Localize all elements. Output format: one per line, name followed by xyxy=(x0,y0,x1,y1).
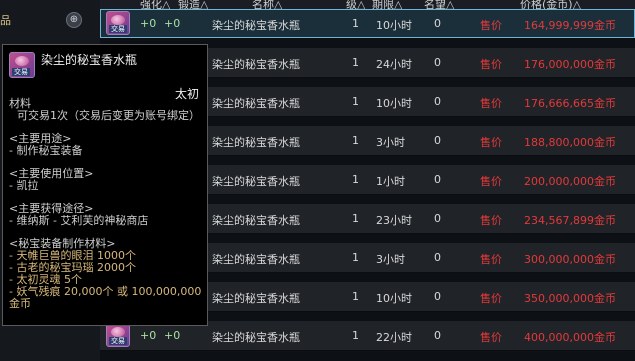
header-fame[interactable]: 名望△ xyxy=(424,0,454,9)
cell-price-label: 售价 xyxy=(480,136,502,149)
cell-period: 3小时 xyxy=(376,253,405,266)
cell-price-label: 售价 xyxy=(480,331,502,344)
cell-name: 染尘的秘宝香水瓶 xyxy=(212,214,300,227)
cell-name: 染尘的秘宝香水瓶 xyxy=(212,292,300,305)
trade-tag: 交易 xyxy=(109,25,127,33)
tooltip-main-use: - 制作秘宝装备 xyxy=(9,144,83,157)
cell-level: 1 xyxy=(352,56,359,69)
cell-price-label: 售价 xyxy=(480,97,502,110)
cell-fame: 0 xyxy=(434,173,441,186)
cell-price-label: 售价 xyxy=(480,214,502,227)
cell-period: 10小时 xyxy=(376,292,412,305)
cell-forge: +0 xyxy=(164,17,181,30)
cell-period: 22小时 xyxy=(376,331,412,344)
trade-tag: 交易 xyxy=(109,337,127,345)
cell-enhance: +0 xyxy=(140,329,157,342)
cell-level: 1 xyxy=(352,95,359,108)
cell-period: 10小时 xyxy=(376,19,412,32)
cell-name: 染尘的秘宝香水瓶 xyxy=(212,19,300,32)
cell-price: 176,000,000金币 xyxy=(524,58,616,71)
cell-fame: 0 xyxy=(434,17,441,30)
cell-level: 1 xyxy=(352,17,359,30)
magnifier-icon[interactable]: ⊕ xyxy=(66,12,82,28)
cell-period: 23小时 xyxy=(376,214,412,227)
cell-price: 164,999,999金币 xyxy=(524,19,616,32)
cell-name: 染尘的秘宝香水瓶 xyxy=(212,331,300,344)
cell-name: 染尘的秘宝香水瓶 xyxy=(212,58,300,71)
tooltip-material-4: - 妖气残痕 20,000个 或 100,000,000 xyxy=(9,285,202,298)
cell-fame: 0 xyxy=(434,290,441,303)
header-level[interactable]: 级△ xyxy=(346,0,365,9)
cell-period: 24小时 xyxy=(376,58,412,71)
cell-level: 1 xyxy=(352,290,359,303)
header-enhance[interactable]: 强化△ xyxy=(140,0,170,9)
cell-name: 染尘的秘宝香水瓶 xyxy=(212,253,300,266)
tooltip-trade-info: 可交易1次（交易后变更为账号绑定） xyxy=(17,109,200,122)
cell-price: 400,000,000金币 xyxy=(524,331,616,344)
cell-price: 350,000,000金币 xyxy=(524,292,616,305)
cell-name: 染尘的秘宝香水瓶 xyxy=(212,175,300,188)
trade-tag: 交易 xyxy=(12,68,30,76)
cell-period: 1小时 xyxy=(376,175,405,188)
tooltip-location: - 凯拉 xyxy=(9,179,39,192)
cell-level: 1 xyxy=(352,173,359,186)
cell-price: 234,567,899金币 xyxy=(524,214,616,227)
list-header: 强化△ 锻造△ 名称△ 级△ 期限△ 名望△ 价格(金币)△ xyxy=(100,0,635,9)
table-row[interactable]: 交易 +0 +0 染尘的秘宝香水瓶 1 10小时 0 售价 164,999,999金币 xyxy=(100,9,635,39)
cell-level: 1 xyxy=(352,134,359,147)
cell-price-label: 售价 xyxy=(480,292,502,305)
cell-fame: 0 xyxy=(434,212,441,225)
header-price[interactable]: 价格(金币)△ xyxy=(520,0,581,9)
cell-fame: 0 xyxy=(434,329,441,342)
cell-fame: 0 xyxy=(434,134,441,147)
header-name[interactable]: 名称△ xyxy=(252,0,282,9)
cell-name: 染尘的秘宝香水瓶 xyxy=(212,136,300,149)
cell-fame: 0 xyxy=(434,251,441,264)
tooltip-material-4-cont: 金币 xyxy=(9,297,31,310)
cell-price: 188,800,000金币 xyxy=(524,136,616,149)
cell-level: 1 xyxy=(352,212,359,225)
item-icon: 交易 xyxy=(106,323,130,347)
cell-period: 10小时 xyxy=(376,97,412,110)
cell-fame: 0 xyxy=(434,95,441,108)
cell-price: 176,666,665金币 xyxy=(524,97,616,110)
cell-enhance: +0 xyxy=(140,17,157,30)
cell-price-label: 售价 xyxy=(480,253,502,266)
header-forge[interactable]: 锻造△ xyxy=(178,0,208,9)
cell-fame: 0 xyxy=(434,56,441,69)
category-label: 品 xyxy=(0,14,11,27)
tooltip-title: 染尘的秘宝香水瓶 xyxy=(41,53,138,67)
cell-forge: +0 xyxy=(164,329,181,342)
cell-name: 染尘的秘宝香水瓶 xyxy=(212,97,300,110)
item-tooltip: 交易 染尘的秘宝香水瓶 太初 材料 可交易1次（交易后变更为账号绑定） <主要用… xyxy=(2,44,208,326)
cell-price-label: 售价 xyxy=(480,19,502,32)
cell-price-label: 售价 xyxy=(480,175,502,188)
cell-price-label: 售价 xyxy=(480,58,502,71)
item-icon: 交易 xyxy=(106,11,130,35)
cell-price: 300,000,000金币 xyxy=(524,253,616,266)
item-icon: 交易 xyxy=(9,52,35,78)
tooltip-rarity: 太初 xyxy=(174,87,199,101)
cell-level: 1 xyxy=(352,251,359,264)
header-period[interactable]: 期限△ xyxy=(372,0,402,9)
cell-period: 3小时 xyxy=(376,136,405,149)
tooltip-obtain: - 维纳斯 - 艾利芙的神秘商店 xyxy=(9,214,149,227)
cell-price: 200,000,000金币 xyxy=(524,175,616,188)
cell-level: 1 xyxy=(352,329,359,342)
